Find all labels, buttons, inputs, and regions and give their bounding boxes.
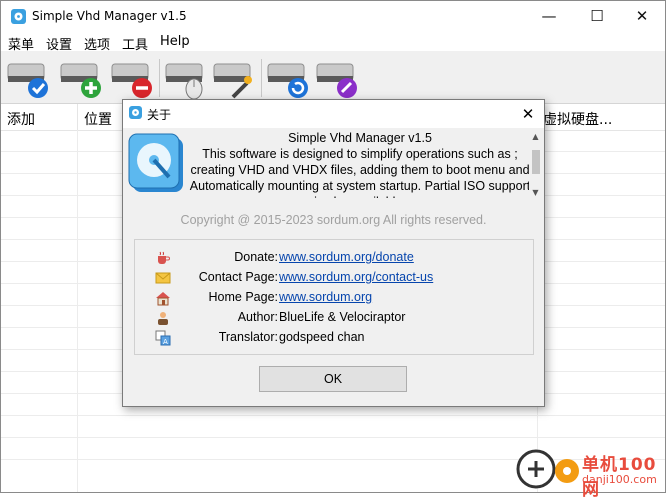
watermark-orange-icon [555,459,579,483]
scroll-down-icon[interactable]: ▼ [529,186,542,199]
link-drive-icon[interactable] [314,55,360,101]
contact-link[interactable]: www.sordum.org/contact-us [279,270,433,284]
translator-value: godspeed chan [279,330,365,344]
dialog-title: 关于 [147,108,172,122]
translator-label: Translator: [218,330,278,344]
info-row-home: Home Page: www.sordum.org [135,288,533,308]
translate-icon: A [155,330,171,346]
contact-label: Contact Page: [198,270,278,284]
info-box: Donate: www.sordum.org/donate Contact Pa… [134,239,534,355]
app-description: This software is designed to simplify op… [189,147,531,198]
author-value: BlueLife & Velociraptor [279,310,406,324]
coffee-cup-icon [158,251,170,264]
column-separator[interactable] [77,104,78,130]
toolbar [1,51,665,104]
watermark-logo-icon [516,449,556,489]
column-header-location[interactable]: 位置 [84,109,112,129]
check-drive-icon[interactable] [5,55,51,101]
toolbar-separator [159,59,160,97]
disk-logo-icon [128,133,183,192]
remove-drive-icon[interactable] [109,55,155,101]
toolbar-separator [261,59,262,97]
donate-link[interactable]: www.sordum.org/donate [279,250,414,264]
grid-line [1,437,665,438]
menu-bar: 菜单 设置 选项 工具 Help [1,31,665,53]
ok-button[interactable]: OK [259,366,407,392]
add-drive-icon[interactable] [58,55,104,101]
settings-drive-icon[interactable] [211,55,257,101]
minimize-button[interactable]: — [526,1,572,31]
scroll-up-icon[interactable]: ▲ [529,130,542,143]
grid-line [1,415,665,416]
column-header-vdisk[interactable]: 虚拟硬盘... [543,109,612,129]
house-icon [156,292,170,306]
scroll-thumb[interactable] [532,150,540,174]
home-link[interactable]: www.sordum.org [279,290,372,304]
title-bar: Simple Vhd Manager v1.5 — ☐ ✕ [1,1,665,31]
mouse-drive-icon[interactable] [163,55,209,101]
svg-text:A: A [163,338,168,346]
info-row-contact: Contact Page: www.sordum.org/contact-us [135,268,533,288]
window-title: Simple Vhd Manager v1.5 [32,9,187,23]
description-box: Simple Vhd Manager v1.5 This software is… [189,130,531,198]
description-scrollbar[interactable]: ▲ ▼ [529,130,542,200]
info-row-donate: Donate: www.sordum.org/donate [135,248,533,268]
info-row-author: Author: BlueLife & Velociraptor [135,308,533,328]
column-header-add[interactable]: 添加 [7,109,35,129]
watermark-url: danji100.com [582,473,657,486]
dialog-close-button[interactable]: ✕ [512,100,544,128]
home-label: Home Page: [208,290,278,304]
donate-label: Donate: [234,250,278,264]
refresh-drive-icon[interactable] [265,55,311,101]
maximize-button[interactable]: ☐ [574,1,620,31]
author-label: Author: [237,310,278,324]
dialog-title-bar: 关于 ✕ [123,100,544,128]
watermark: 单机100网 danji100.com [516,445,666,500]
envelope-icon [155,272,171,284]
app-name: Simple Vhd Manager v1.5 [288,131,432,145]
close-button[interactable]: ✕ [619,1,665,31]
copyright-text: Copyright @ 2015-2023 sordum.org All rig… [180,213,487,227]
menu-item-help[interactable]: Help [160,34,190,49]
app-logo-icon [11,9,26,24]
author-icon [158,312,168,325]
info-row-translator: A Translator: godspeed chan [135,328,533,348]
about-dialog: 关于 ✕ Simple Vhd Manager v1.5 This softwa… [122,99,545,407]
app-logo-icon [129,106,142,119]
